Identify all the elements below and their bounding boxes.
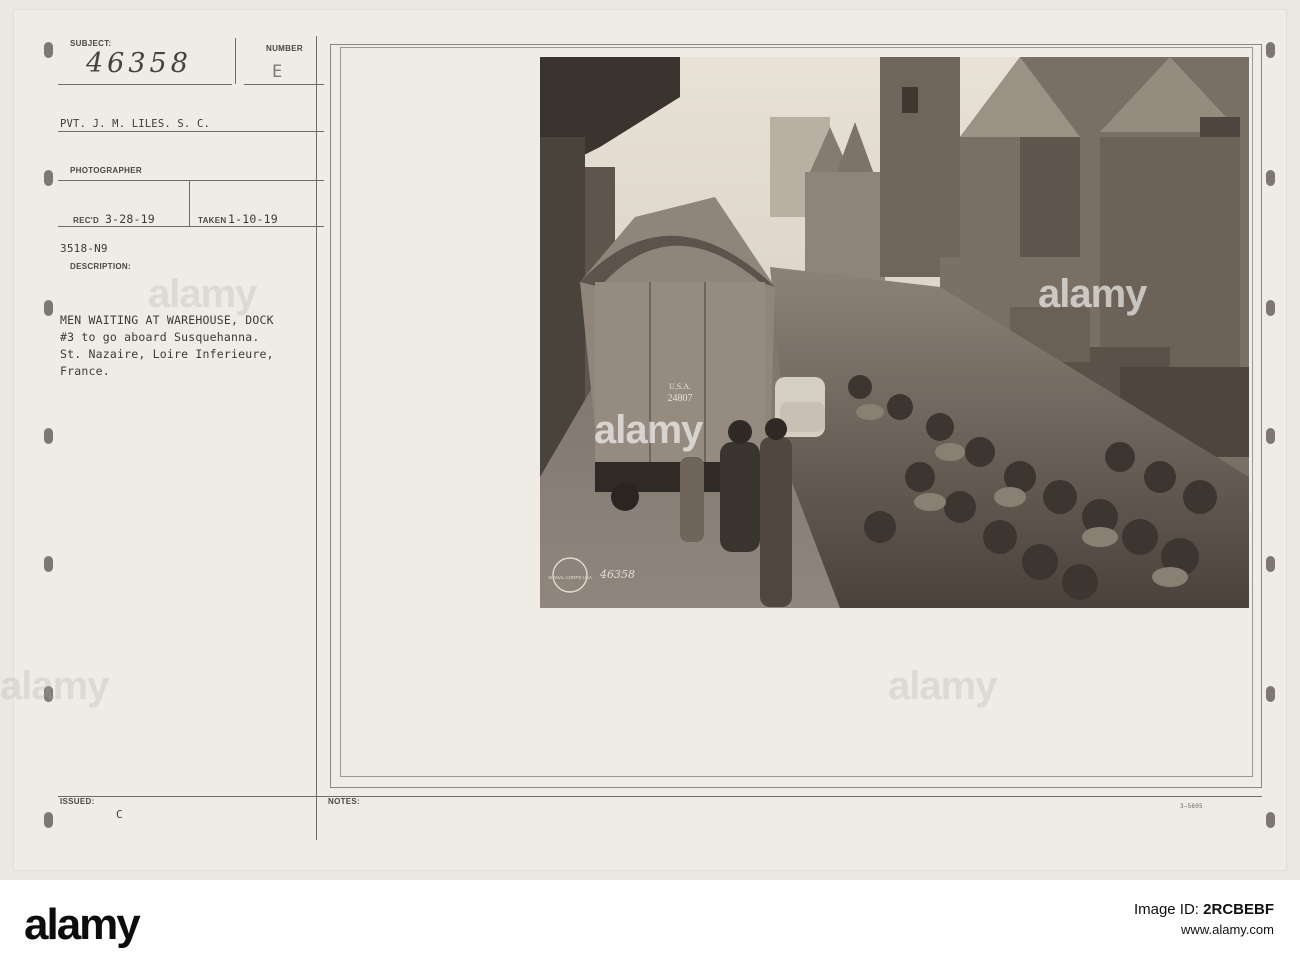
punch-hole	[1266, 812, 1275, 828]
archive-photo-card: SUBJECT: 46358 NUMBER E PVT. J. M. LILES…	[0, 0, 1300, 880]
number-value: E	[272, 62, 283, 82]
form-number: 3—5605	[1180, 803, 1203, 810]
watermark: alamy	[888, 664, 997, 708]
subject-divider	[235, 38, 236, 84]
file-code: 3518-N9	[60, 242, 108, 255]
watermark: alamy	[0, 664, 109, 708]
punch-hole	[44, 812, 53, 828]
punch-hole	[1266, 42, 1275, 58]
punch-hole	[1266, 170, 1275, 186]
watermark: alamy	[594, 408, 703, 452]
notes-label: NOTES:	[328, 797, 361, 806]
dates-underline	[58, 226, 324, 227]
subject-underline	[58, 84, 232, 85]
description-line: #3 to go aboard Susquehanna.	[60, 330, 260, 344]
image-id: 2RCBEBF	[1203, 901, 1274, 918]
punch-hole	[44, 556, 53, 572]
signal-corps-stamp: SIGNAL CORPS USA	[548, 575, 592, 580]
number-label: NUMBER	[266, 44, 303, 53]
punch-hole	[44, 42, 53, 58]
punch-hole	[44, 428, 53, 444]
railcar-marking-line1: U.S.A.	[669, 382, 691, 391]
watermark: alamy	[1038, 272, 1147, 316]
image-id-block: Image ID: 2RCBEBF www.alamy.com	[1134, 900, 1274, 940]
taken-label: TAKEN	[198, 216, 227, 225]
punch-hole	[44, 170, 53, 186]
description-line: St. Nazaire, Loire Inferieure,	[60, 347, 274, 361]
watermark: alamy	[148, 272, 257, 316]
historical-photograph: U.S.A. 24807 SIGNAL CORPS USA 46358	[540, 57, 1249, 608]
issued-label: ISSUED:	[60, 797, 95, 806]
punch-hole	[1266, 556, 1275, 572]
photo-illustration: U.S.A. 24807 SIGNAL CORPS USA 46358	[540, 57, 1249, 608]
punch-hole	[1266, 300, 1275, 316]
punch-hole	[1266, 428, 1275, 444]
taken-date: 1-10-19	[228, 212, 278, 226]
image-id-line: Image ID: 2RCBEBF	[1134, 900, 1274, 920]
description-line: France.	[60, 364, 110, 378]
punch-hole	[1266, 686, 1275, 702]
image-id-label: Image ID:	[1133, 901, 1199, 918]
issued-value: C	[116, 808, 123, 821]
punch-hole	[44, 300, 53, 316]
alamy-url[interactable]: www.alamy.com	[1134, 920, 1274, 940]
number-underline	[244, 84, 324, 85]
photographer-name: PVT. J. M. LILES. S. C.	[60, 118, 210, 130]
photographer-section-line	[58, 180, 324, 181]
photographer-label: PHOTOGRAPHER	[70, 166, 142, 175]
railcar-marking-line2: 24807	[668, 393, 693, 404]
recd-label: REC'D	[73, 216, 100, 225]
subject-number: 46358	[86, 48, 192, 79]
photographer-underline	[58, 131, 324, 132]
recd-date: 3-28-19	[105, 212, 155, 226]
alamy-logo[interactable]: alamy	[24, 900, 141, 950]
negative-number: 46358	[599, 568, 635, 581]
column-divider	[316, 36, 317, 840]
subject-label: SUBJECT:	[70, 39, 112, 48]
bottom-rule	[58, 796, 1262, 797]
dates-divider	[189, 181, 190, 226]
footer-bar: alamy Image ID: 2RCBEBF www.alamy.com	[0, 880, 1300, 970]
description-label: DESCRIPTION:	[70, 262, 131, 271]
